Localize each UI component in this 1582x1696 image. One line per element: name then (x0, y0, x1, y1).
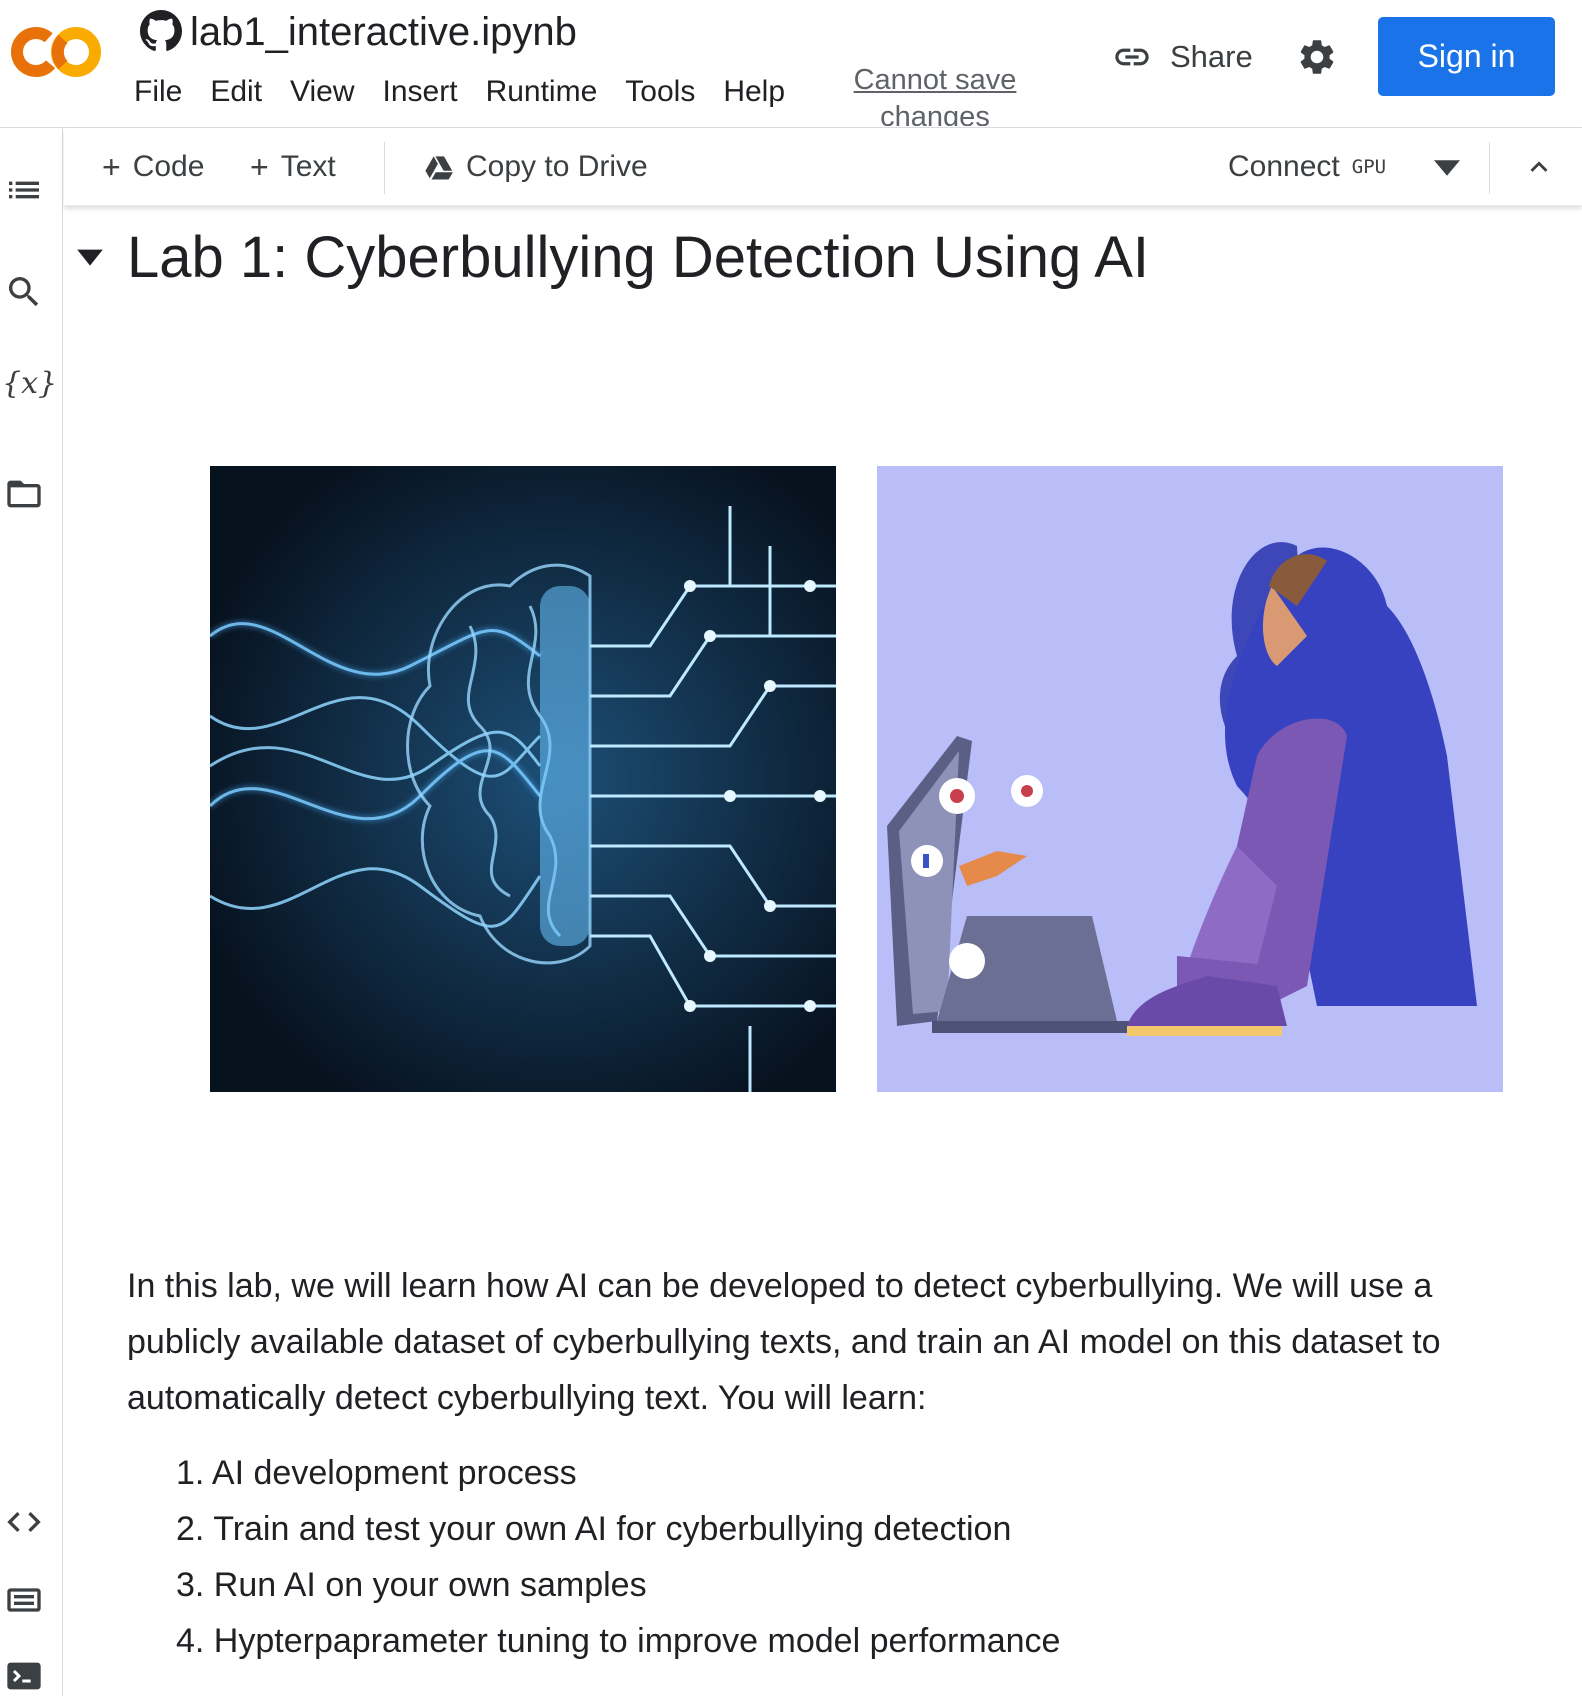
table-of-contents-icon[interactable] (4, 170, 44, 210)
learning-objectives-list: 1. AI development process 2. Train and t… (176, 1445, 1060, 1669)
menu-tools[interactable]: Tools (611, 70, 709, 114)
google-drive-icon (425, 156, 453, 180)
files-folder-icon[interactable] (4, 474, 44, 514)
toolbar-divider (384, 142, 385, 194)
copy-to-drive-label: Copy to Drive (466, 150, 648, 183)
plus-icon: + (102, 148, 121, 185)
notebook-title[interactable]: lab1_interactive.ipynb (190, 8, 577, 56)
share-button[interactable]: Share (1112, 30, 1253, 84)
list-item: 2. Train and test your own AI for cyberb… (176, 1510, 1012, 1548)
settings-gear-icon[interactable] (1296, 36, 1338, 78)
chevron-up-icon[interactable] (1522, 150, 1556, 184)
cyberbullied-person-illustration (877, 466, 1503, 1092)
ai-brain-circuit-illustration (210, 466, 836, 1092)
plus-icon: + (250, 148, 269, 185)
save-status-link[interactable]: Cannot save changes (850, 62, 1020, 126)
command-palette-icon[interactable] (4, 1580, 44, 1620)
menu-help[interactable]: Help (709, 70, 799, 114)
menu-view[interactable]: View (276, 70, 368, 114)
top-header: lab1_interactive.ipynb File Edit View In… (0, 0, 1582, 128)
add-code-label: Code (132, 150, 205, 183)
intro-paragraph: In this lab, we will learn how AI can be… (127, 1267, 1441, 1417)
menu-runtime[interactable]: Runtime (472, 70, 612, 114)
connect-runtime-button[interactable]: Connect GPU (1228, 142, 1386, 192)
search-icon[interactable] (4, 272, 44, 312)
add-text-cell-button[interactable]: + Text (250, 142, 336, 192)
share-label: Share (1170, 39, 1253, 74)
terminal-icon[interactable] (4, 1656, 44, 1696)
link-icon (1115, 48, 1149, 66)
page-title: Lab 1: Cyberbullying Detection Using AI (127, 225, 1150, 290)
connect-label: Connect (1228, 150, 1340, 183)
sign-in-button[interactable]: Sign in (1378, 17, 1555, 96)
toolbar-divider (1489, 142, 1490, 194)
menu-insert[interactable]: Insert (369, 70, 472, 114)
colab-logo[interactable] (8, 20, 104, 84)
chevron-down-icon[interactable] (1434, 158, 1460, 178)
menu-edit[interactable]: Edit (196, 70, 276, 114)
menu-file[interactable]: File (120, 70, 196, 114)
code-snippets-icon[interactable] (4, 1502, 44, 1542)
notebook-toolbar: + Code + Text Copy to Drive Connect GPU (64, 128, 1582, 206)
variables-icon[interactable]: {x} (2, 364, 57, 404)
section-collapse-caret-icon[interactable] (74, 240, 106, 272)
left-side-rail: {x} (0, 128, 63, 1696)
github-icon (140, 10, 182, 51)
menu-bar: File Edit View Insert Runtime Tools Help (120, 70, 799, 114)
add-code-cell-button[interactable]: + Code (102, 142, 204, 192)
add-text-label: Text (280, 150, 336, 183)
list-item: 4. Hypterpaprameter tuning to improve mo… (176, 1622, 1061, 1660)
list-item: 1. AI development process (176, 1454, 577, 1492)
copy-to-drive-button[interactable]: Copy to Drive (424, 142, 648, 192)
runtime-type-label: GPU (1351, 156, 1387, 178)
list-item: 3. Run AI on your own samples (176, 1566, 647, 1604)
